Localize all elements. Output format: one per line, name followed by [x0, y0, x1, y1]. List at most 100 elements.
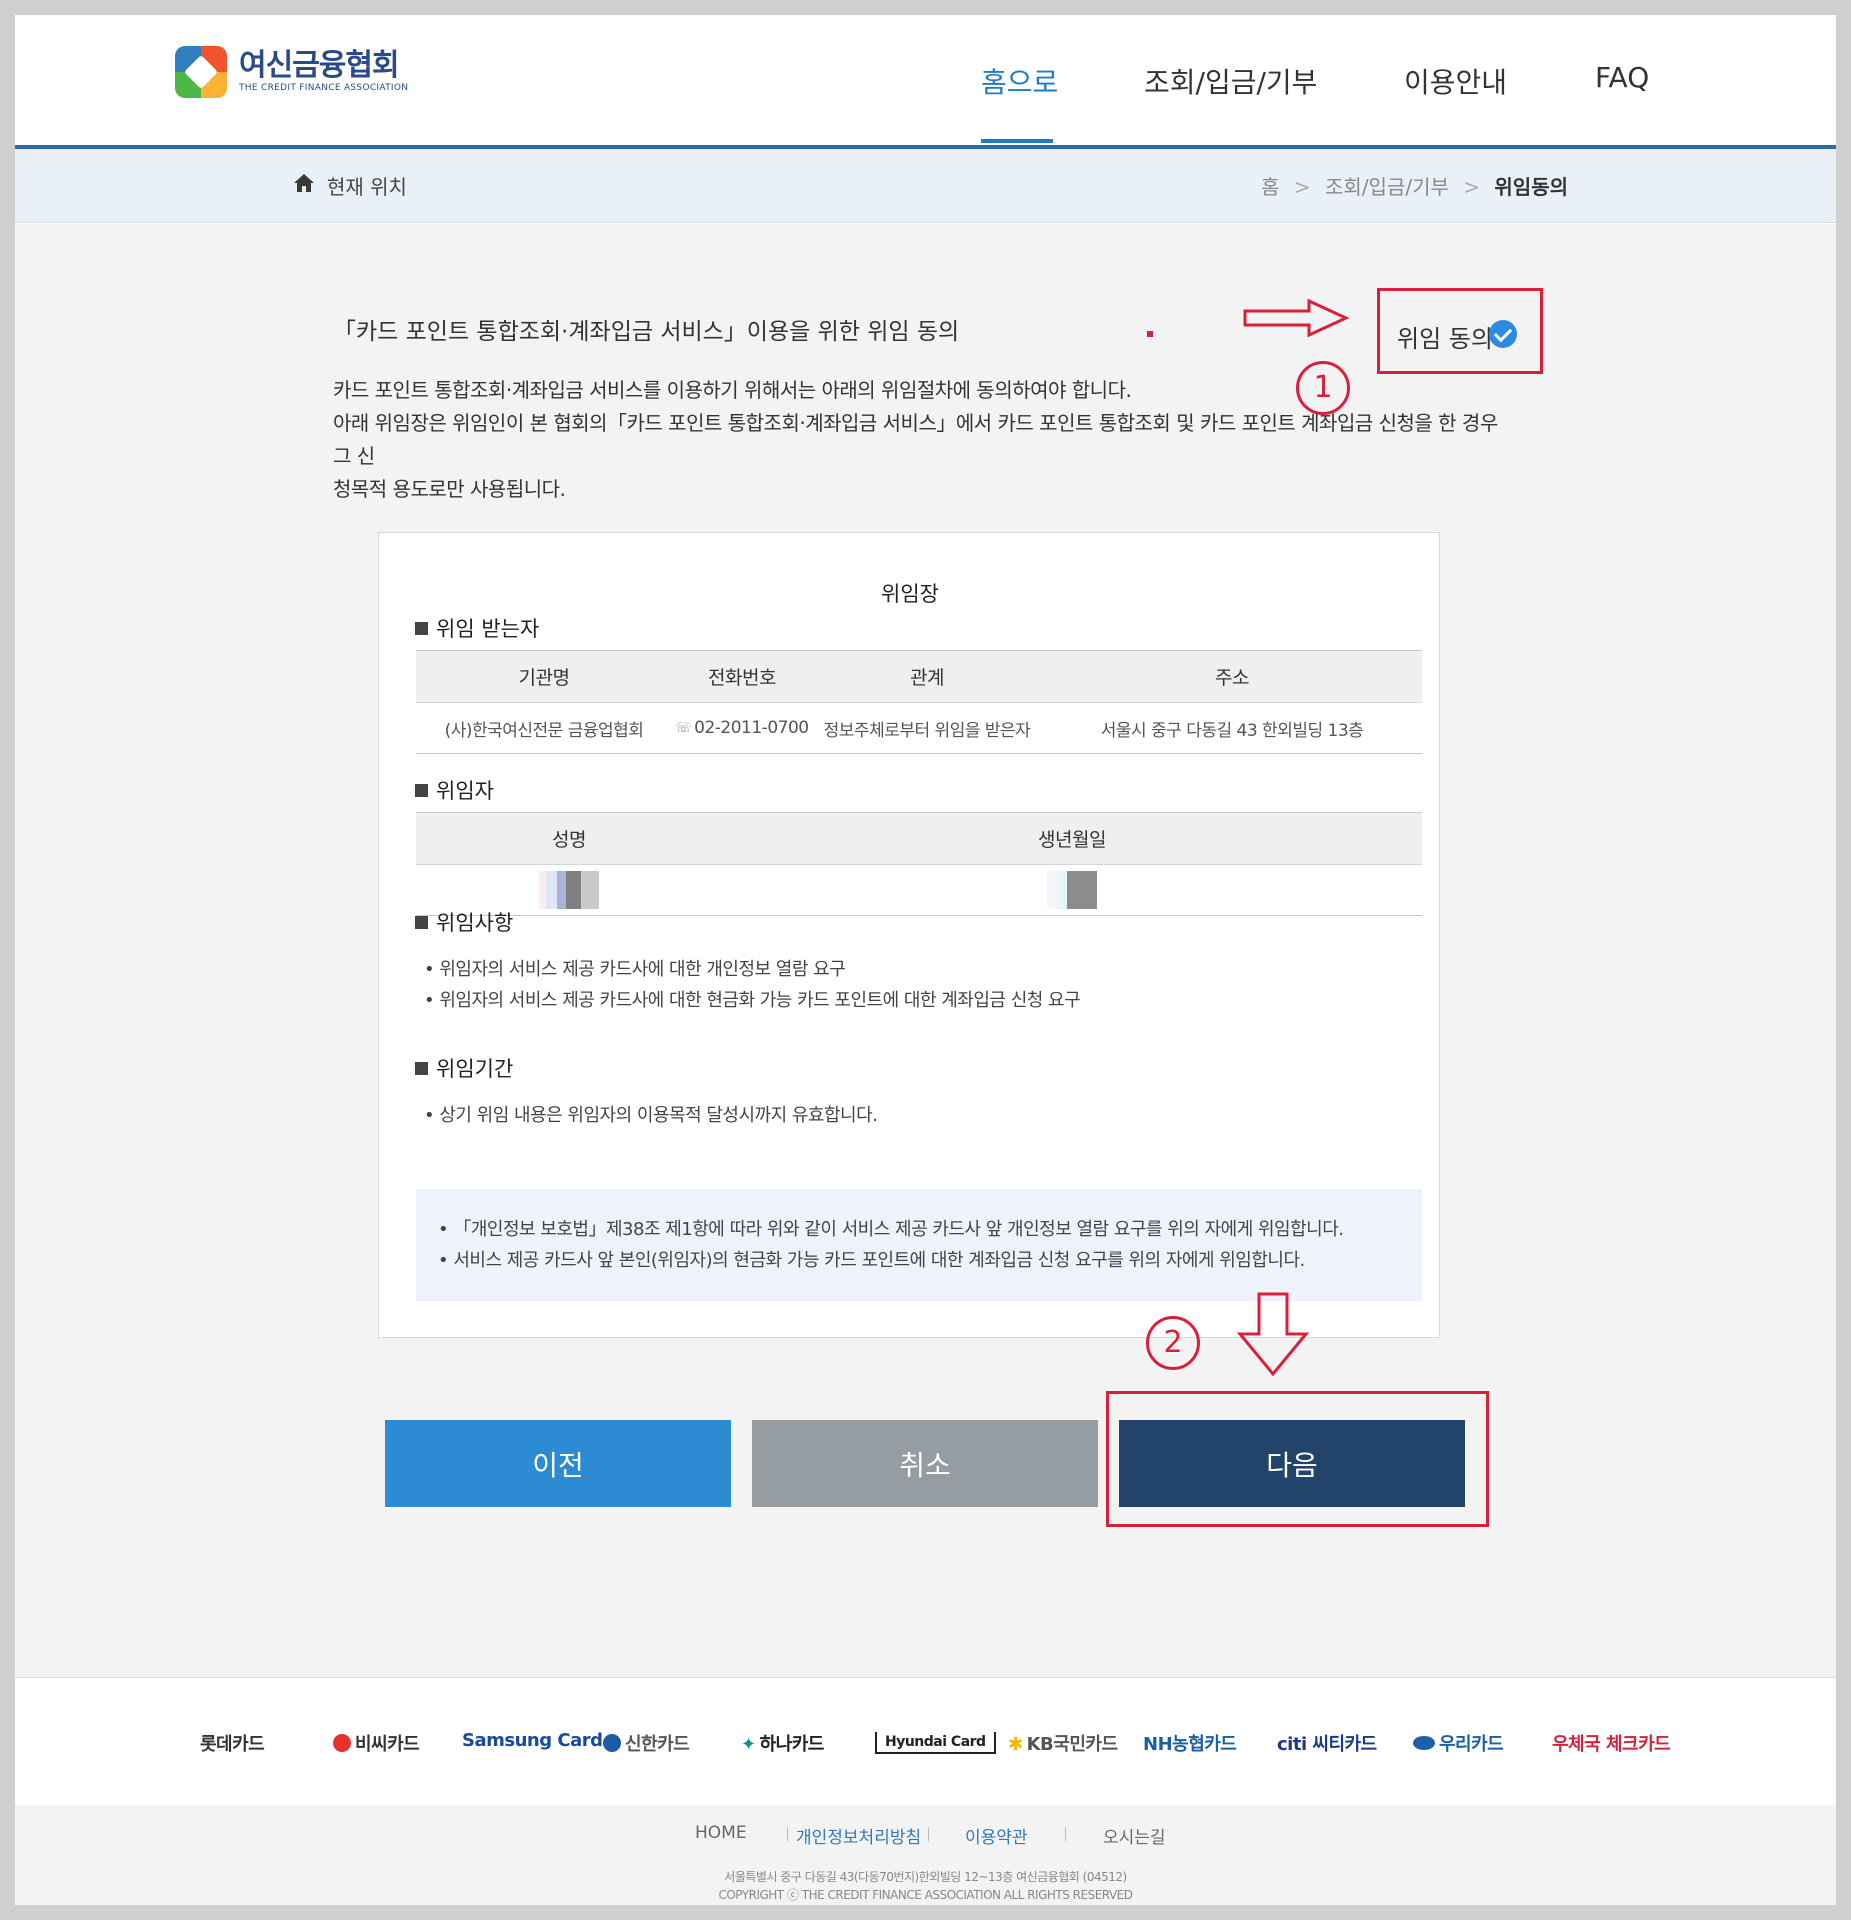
breadcrumb-bar: 현재 위치 홈 > 조회/입금/기부 > 위임동의	[15, 149, 1836, 223]
section-heading-delegator: 위임자	[415, 775, 494, 805]
breadcrumb-separator: >	[1463, 175, 1481, 199]
list-item: • 상기 위임 내용은 위임자의 이용목적 달성시까지 유효합니다.	[424, 1105, 878, 1126]
partner-logo-samsung[interactable]: Samsung Card	[462, 1730, 603, 1751]
kb-card-icon: ✱	[1008, 1734, 1023, 1755]
table-cell: 서울시 중구 다동길 43 한외빌딩 13층	[1100, 720, 1364, 741]
card-partners-strip: 롯데카드 비씨카드 Samsung Card 신한카드 ✦ 하나카드 Hyunda…	[15, 1677, 1836, 1805]
breadcrumb: 홈 > 조회/입금/기부 > 위임동의	[1261, 171, 1568, 200]
section-heading-matters: 위임사항	[415, 907, 513, 937]
cancel-button[interactable]: 취소	[752, 1420, 1098, 1507]
breadcrumb-current: 위임동의	[1494, 175, 1568, 199]
intro-description: 카드 포인트 통합조회·계좌입금 서비스를 이용하기 위해서는 아래의 위임절차…	[333, 374, 1513, 506]
annotation-dot	[1147, 331, 1153, 337]
partner-name: 비씨카드	[355, 1734, 420, 1755]
column-header: 생년월일	[1038, 829, 1106, 851]
table-header: 기관명 전화번호 관계 주소	[416, 651, 1422, 703]
logo-mark-icon	[175, 46, 227, 98]
phone-icon: ☏	[675, 720, 692, 736]
nav-guide[interactable]: 이용안내	[1404, 61, 1507, 101]
partner-logo-shinhan[interactable]: 신한카드	[603, 1730, 690, 1756]
annotation-arrow-right-icon	[1243, 298, 1349, 338]
redacted-block	[539, 871, 599, 909]
table-cell: ☏ 02-2011-0700	[672, 703, 812, 753]
prev-button[interactable]: 이전	[385, 1420, 731, 1507]
footer-separator	[787, 1827, 788, 1841]
list-item: • 위임자의 서비스 제공 카드사에 대한 현금화 가능 카드 포인트에 대한 …	[424, 990, 1081, 1011]
footer-link-directions[interactable]: 오시는길	[1103, 1823, 1166, 1848]
home-icon	[294, 174, 314, 192]
partner-logo-nh[interactable]: NH농협카드	[1143, 1730, 1237, 1756]
shinhan-card-icon	[603, 1734, 621, 1752]
partner-logo-hyundai[interactable]: Hyundai Card	[875, 1732, 996, 1754]
partner-logo-woori[interactable]: 우리카드	[1413, 1730, 1504, 1756]
section-heading-period: 위임기간	[415, 1053, 513, 1083]
footer-link-terms[interactable]: 이용약관	[965, 1823, 1028, 1848]
power-of-attorney-card: 위임장 위임 받는자 기관명 전화번호 관계 주소 (사)한국여신전문 금융업협…	[378, 532, 1440, 1338]
breadcrumb-lookup[interactable]: 조회/입금/기부	[1325, 175, 1449, 199]
delegatee-table: 기관명 전화번호 관계 주소 (사)한국여신전문 금융업협회 ☏ 02-2011…	[416, 650, 1422, 754]
page-frame: 여신금융협회 THE CREDIT FINANCE ASSOCIATION 홈으…	[15, 15, 1836, 1905]
woori-card-icon	[1413, 1736, 1435, 1750]
logo-subtitle: THE CREDIT FINANCE ASSOCIATION	[239, 83, 409, 93]
partner-logo-hana[interactable]: ✦ 하나카드	[741, 1730, 824, 1756]
table-row	[416, 865, 1422, 916]
footer-link-privacy[interactable]: 개인정보처리방침	[796, 1823, 921, 1848]
hana-card-icon: ✦	[741, 1734, 756, 1755]
annotation-step-2: 2	[1146, 1316, 1200, 1370]
partner-logo-citi[interactable]: citi 씨티카드	[1277, 1730, 1377, 1756]
nav-active-indicator	[981, 139, 1053, 143]
nav-home[interactable]: 홈으로	[981, 61, 1058, 101]
partner-name: 신한카드	[625, 1734, 690, 1755]
breadcrumb-separator: >	[1293, 175, 1311, 199]
site-header: 여신금융협회 THE CREDIT FINANCE ASSOCIATION 홈으…	[15, 15, 1836, 145]
document-title: 위임장	[881, 582, 939, 606]
site-footer: HOME 개인정보처리방침 이용약관 오시는길 서울특별시 중구 다동길 43(…	[15, 1805, 1836, 1905]
logo-title: 여신금융협회	[239, 48, 400, 83]
footer-link-home[interactable]: HOME	[695, 1823, 747, 1843]
next-button[interactable]: 다음	[1119, 1420, 1465, 1507]
nav-faq[interactable]: FAQ	[1595, 61, 1649, 94]
column-header: 관계	[910, 667, 944, 689]
footer-copyright: COPYRIGHT ⓒ THE CREDIT FINANCE ASSOCIATI…	[718, 1888, 1133, 1902]
intro-desc-line: 청목적 용도로만 사용됩니다.	[333, 477, 566, 501]
column-header: 기관명	[518, 667, 570, 689]
list-item: • 위임자의 서비스 제공 카드사에 대한 개인정보 열람 요구	[424, 959, 846, 980]
intro-desc-line: 아래 위임장은 위임인이 본 협회의「카드 포인트 통합조회·계좌입금 서비스」…	[333, 411, 1498, 468]
current-location-label: 현재 위치	[327, 175, 407, 199]
consent-notice-box: • 「개인정보 보호법」제38조 제1항에 따라 위와 같이 서비스 제공 카드…	[416, 1189, 1422, 1301]
table-header: 성명 생년월일	[416, 813, 1422, 865]
partner-name: 하나카드	[759, 1734, 825, 1755]
annotation-arrow-down-icon	[1236, 1292, 1310, 1377]
main-content: 「카드 포인트 통합조회·계좌입금 서비스」이용을 위한 위임 동의 위임 동의…	[15, 224, 1836, 1677]
column-header: 전화번호	[708, 667, 776, 689]
footer-separator	[1065, 1827, 1066, 1841]
table-row: (사)한국여신전문 금융업협회 ☏ 02-2011-0700 정보주체로부터 위…	[416, 703, 1422, 754]
partner-logo-bc[interactable]: 비씨카드	[333, 1730, 420, 1756]
column-header: 주소	[1215, 667, 1249, 689]
table-cell: (사)한국여신전문 금융업협회	[444, 720, 644, 741]
notice-line: • 서비스 제공 카드사 앞 본인(위임자)의 현금화 가능 카드 포인트에 대…	[438, 1250, 1305, 1271]
breadcrumb-home[interactable]: 홈	[1261, 175, 1279, 199]
footer-separator	[928, 1827, 929, 1841]
section-heading-delegatee: 위임 받는자	[415, 613, 539, 643]
delegator-table: 성명 생년월일	[416, 812, 1422, 916]
nav-lookup[interactable]: 조회/입금/기부	[1144, 61, 1317, 101]
partner-logo-kb[interactable]: ✱ KB국민카드	[1008, 1730, 1118, 1756]
agree-label[interactable]: 위임 동의	[1397, 319, 1493, 354]
column-header: 성명	[552, 829, 586, 851]
partner-name: KB국민카드	[1026, 1734, 1118, 1755]
redacted-birthdate	[722, 865, 1422, 915]
footer-address: 서울특별시 중구 다동길 43(다동70번지)한외빌딩 12~13층 여신금융협…	[724, 1870, 1127, 1884]
page-title: 「카드 포인트 통합조회·계좌입금 서비스」이용을 위한 위임 동의	[333, 319, 960, 345]
intro-desc-line: 카드 포인트 통합조회·계좌입금 서비스를 이용하기 위해서는 아래의 위임절차…	[333, 378, 1132, 402]
partner-logo-lotte[interactable]: 롯데카드	[200, 1730, 265, 1756]
partner-logo-post[interactable]: 우체국 체크카드	[1552, 1730, 1671, 1756]
logo-text: 여신금융협회 THE CREDIT FINANCE ASSOCIATION	[239, 50, 408, 94]
partner-name: 우리카드	[1439, 1734, 1504, 1755]
table-cell: 정보주체로부터 위임을 받은자	[823, 720, 1031, 741]
notice-line: • 「개인정보 보호법」제38조 제1항에 따라 위와 같이 서비스 제공 카드…	[438, 1219, 1344, 1240]
phone-number: 02-2011-0700	[694, 718, 809, 738]
redacted-block	[1047, 871, 1097, 909]
site-logo[interactable]: 여신금융협회 THE CREDIT FINANCE ASSOCIATION	[175, 42, 408, 102]
agree-check-icon[interactable]	[1489, 320, 1517, 348]
